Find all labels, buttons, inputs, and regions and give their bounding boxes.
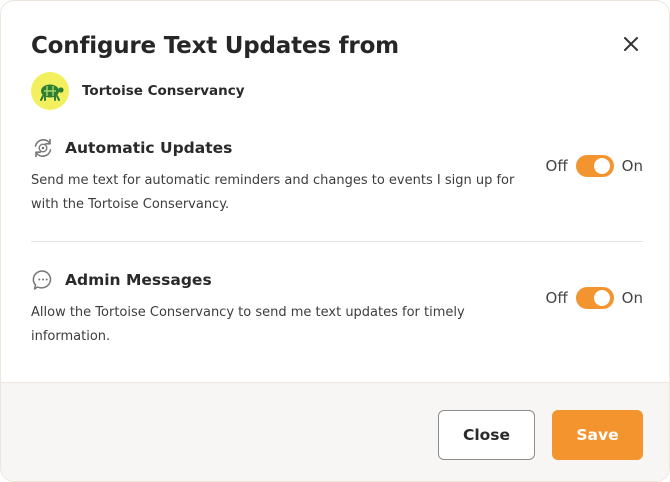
admin-messages-toggle[interactable] [575, 287, 614, 309]
toggle-off-label: Off [545, 157, 568, 175]
close-button[interactable]: Close [438, 410, 535, 460]
automatic-updates-toggle-group: Off On [546, 155, 643, 177]
section-title: Admin Messages [65, 271, 212, 289]
organization-header: Tortoise Conservancy [31, 72, 245, 110]
configure-text-updates-dialog: Configure Text Updates from Tortoise Con… [0, 0, 670, 482]
admin-messages-section: Admin Messages Allow the Tortoise Conser… [31, 267, 643, 349]
toggle-on-label: On [621, 289, 643, 307]
automatic-updates-toggle[interactable] [575, 155, 614, 177]
toggle-knob [593, 290, 610, 306]
save-button[interactable]: Save [552, 410, 643, 460]
dialog-footer: Close Save [1, 382, 669, 481]
organization-name: Tortoise Conservancy [82, 83, 245, 99]
tortoise-logo-icon [40, 84, 64, 101]
section-description: Allow the Tortoise Conservancy to send m… [31, 305, 465, 344]
automatic-updates-section: Automatic Updates Send me text for autom… [31, 135, 643, 217]
section-divider [31, 241, 643, 242]
close-icon[interactable] [619, 32, 643, 56]
admin-messages-toggle-group: Off On [546, 287, 643, 309]
automatic-updates-icon [31, 136, 55, 160]
dialog-title: Configure Text Updates from [31, 33, 399, 59]
toggle-off-label: Off [545, 289, 568, 307]
avatar [31, 72, 69, 110]
section-description: Send me text for automatic reminders and… [31, 173, 515, 212]
toggle-on-label: On [621, 157, 643, 175]
section-title: Automatic Updates [65, 139, 233, 157]
chat-bubble-icon [31, 268, 55, 292]
toggle-knob [593, 158, 610, 174]
